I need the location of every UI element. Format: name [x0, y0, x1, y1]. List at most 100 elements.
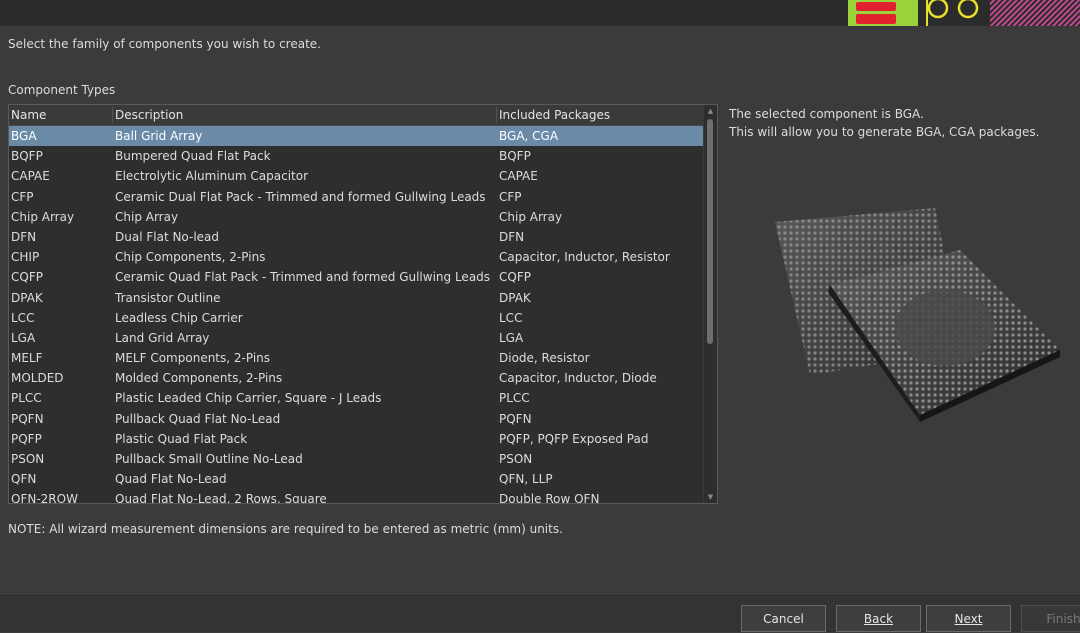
selected-component-text: The selected component is BGA.	[729, 107, 924, 121]
row-name-cell: Chip Array	[11, 209, 75, 224]
finish-button[interactable]: Finish	[1021, 605, 1080, 632]
column-divider[interactable]	[496, 107, 497, 123]
table-row[interactable]: PQFN Pullback Quad Flat No-Lead PQFN	[9, 409, 703, 429]
row-name-cell: PLCC	[11, 391, 42, 406]
row-description-cell: Quad Flat No-Lead, 2 Rows, Square	[115, 492, 327, 504]
row-name-cell: DFN	[11, 229, 37, 244]
row-description-cell: Chip Components, 2-Pins	[115, 250, 266, 265]
row-description-cell: Quad Flat No-Lead	[115, 472, 227, 487]
table-row[interactable]: QFN-2ROW Quad Flat No-Lead, 2 Rows, Squar…	[9, 489, 703, 504]
row-name-cell: MOLDED	[11, 371, 64, 386]
row-description-cell: Ceramic Quad Flat Pack - Trimmed and for…	[115, 270, 491, 285]
row-packages-cell: BGA, CGA	[499, 129, 559, 143]
bga-package-image	[775, 208, 1060, 422]
row-name-cell: PQFN	[11, 411, 44, 426]
cancel-button[interactable]: Cancel	[741, 605, 826, 632]
grid-rows: BGA Ball Grid Array BGA, CGA BQFP Bumpered Q…	[9, 126, 703, 504]
row-packages-cell: PQFN	[499, 411, 532, 426]
table-row[interactable]: MELF MELF Components, 2-Pins Diode, Resist…	[9, 348, 703, 368]
next-button[interactable]: Next	[926, 605, 1011, 632]
back-button[interactable]: Back	[836, 605, 921, 632]
column-header-description[interactable]: Description	[115, 105, 183, 125]
row-packages-cell: PQFP, PQFP Exposed Pad	[499, 431, 649, 446]
row-name-cell: DPAK	[11, 290, 43, 305]
table-row[interactable]: PQFP Plastic Quad Flat Pack PQFP, PQFP Exp…	[9, 429, 703, 449]
table-row[interactable]: CHIP Chip Components, 2-Pins Capacitor, In…	[9, 247, 703, 267]
row-name-cell: CAPAE	[11, 169, 50, 184]
scroll-down-icon[interactable]: ▼	[704, 491, 717, 503]
row-name-cell: QFN-2ROW	[11, 492, 78, 504]
table-row[interactable]: CFP Ceramic Dual Flat Pack - Trimmed and …	[9, 187, 703, 207]
row-description-cell: Leadless Chip Carrier	[115, 310, 243, 325]
row-description-cell: MELF Components, 2-Pins	[115, 351, 271, 366]
column-header-name[interactable]: Name	[11, 105, 46, 125]
row-description-cell: Transistor Outline	[115, 290, 221, 305]
row-packages-cell: Capacitor, Inductor, Diode	[499, 371, 657, 386]
row-packages-cell: Double Row QFN	[499, 492, 600, 504]
column-divider[interactable]	[112, 107, 113, 123]
metric-units-note: NOTE: All wizard measurement dimensions …	[8, 522, 563, 536]
table-row[interactable]: DPAK Transistor Outline DPAK	[9, 288, 703, 308]
row-description-cell: Land Grid Array	[115, 330, 210, 345]
row-description-cell: Electrolytic Aluminum Capacitor	[115, 169, 309, 184]
row-packages-cell: LCC	[499, 310, 523, 325]
row-description-cell: Pullback Quad Flat No-Lead	[115, 411, 281, 426]
row-packages-cell: DPAK	[499, 290, 531, 305]
grid-header: Name Description Included Packages	[9, 105, 703, 126]
row-packages-cell: PLCC	[499, 391, 530, 406]
row-description-cell: Ceramic Dual Flat Pack - Trimmed and for…	[115, 189, 486, 204]
row-description-cell: Molded Components, 2-Pins	[115, 371, 283, 386]
row-name-cell: BQFP	[11, 149, 43, 164]
generate-packages-text: This will allow you to generate BGA, CGA…	[729, 125, 1040, 139]
row-name-cell: LGA	[11, 330, 36, 345]
row-name-cell: QFN	[11, 472, 37, 487]
row-packages-cell: DFN	[499, 229, 525, 244]
scrollbar-thumb[interactable]	[707, 119, 713, 344]
row-packages-cell: Chip Array	[499, 209, 563, 224]
row-packages-cell: Diode, Resistor	[499, 351, 590, 366]
table-row[interactable]: DFN Dual Flat No-lead DFN	[9, 227, 703, 247]
row-description-cell: Bumpered Quad Flat Pack	[115, 149, 271, 164]
row-name-cell: CFP	[11, 189, 34, 204]
row-description-cell: Dual Flat No-lead	[115, 229, 220, 244]
selection-info: The selected component is BGA. This will…	[729, 105, 1039, 141]
row-description-cell: Ball Grid Array	[115, 129, 203, 143]
component-types-grid[interactable]: Name Description Included Packages BGA Ba…	[8, 104, 718, 504]
row-name-cell: PSON	[11, 452, 45, 466]
row-name-cell: BGA	[11, 129, 37, 143]
table-row[interactable]: Chip Array Chip Array Chip Array	[9, 207, 703, 227]
row-name-cell: PQFP	[11, 431, 42, 446]
table-row[interactable]: LGA Land Grid Array LGA	[9, 328, 703, 348]
table-row[interactable]: LCC Leadless Chip Carrier LCC	[9, 308, 703, 328]
row-description-cell: Pullback Small Outline No-Lead	[115, 452, 303, 466]
table-row[interactable]: MOLDED Molded Components, 2-Pins Capacitor…	[9, 368, 703, 388]
wizard-instruction: Select the family of components you wish…	[8, 37, 321, 51]
table-row[interactable]: PSON Pullback Small Outline No-Lead PSON	[9, 449, 703, 469]
table-row[interactable]: PLCC Plastic Leaded Chip Carrier, Square …	[9, 388, 703, 408]
pcb-banner-icon	[848, 0, 1080, 26]
component-types-label: Component Types	[8, 83, 116, 97]
table-row[interactable]: BGA Ball Grid Array BGA, CGA	[9, 126, 703, 147]
table-row[interactable]: BQFP Bumpered Quad Flat Pack BQFP	[9, 146, 703, 166]
row-name-cell: MELF	[11, 351, 43, 366]
table-row[interactable]: CAPAE Electrolytic Aluminum Capacitor CAPA…	[9, 166, 703, 186]
table-row[interactable]: QFN Quad Flat No-Lead QFN, LLP	[9, 469, 703, 489]
row-packages-cell: CAPAE	[499, 169, 538, 184]
table-row[interactable]: CQFP Ceramic Quad Flat Pack - Trimmed and…	[9, 267, 703, 287]
wizard-header-bar	[0, 0, 1080, 26]
row-name-cell: CHIP	[11, 250, 40, 265]
row-description-cell: Plastic Quad Flat Pack	[115, 431, 248, 446]
row-description-cell: Chip Array	[115, 209, 179, 224]
column-header-packages[interactable]: Included Packages	[499, 105, 610, 125]
row-packages-cell: LGA	[499, 330, 524, 345]
row-packages-cell: QFN, LLP	[499, 472, 553, 487]
row-packages-cell: PSON	[499, 452, 533, 466]
scroll-up-icon[interactable]: ▲	[704, 105, 717, 117]
row-packages-cell: CFP	[499, 189, 522, 204]
row-packages-cell: CQFP	[499, 270, 531, 285]
row-name-cell: CQFP	[11, 270, 43, 285]
row-description-cell: Plastic Leaded Chip Carrier, Square - J …	[115, 391, 382, 406]
row-name-cell: LCC	[11, 310, 35, 325]
row-packages-cell: Capacitor, Inductor, Resistor	[499, 250, 670, 265]
grid-scrollbar[interactable]: ▲ ▼	[703, 105, 717, 503]
